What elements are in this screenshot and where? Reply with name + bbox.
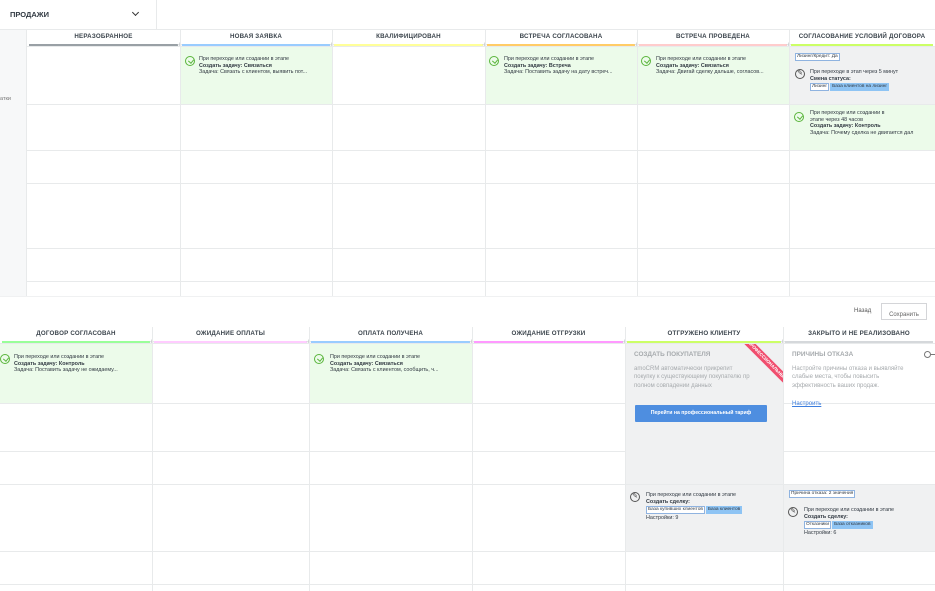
reasons-text-3: эффективность ваших продаж.	[792, 382, 880, 389]
top-stage-header[interactable]: КВАЛИФИЦИРОВАН	[332, 30, 485, 46]
card-shipped-create-deal[interactable]: ✎ При переходе или создании в этапе Созд…	[626, 485, 783, 551]
reasons-title: ПРИЧИНЫ ОТКАЗА	[792, 351, 854, 358]
card-contract-agreed[interactable]: При переходе или создании в этапе Создат…	[0, 344, 152, 403]
reasons-text-1: Настройте причины отказа и выявляйте	[792, 366, 904, 372]
top-stage-header[interactable]: НЕРАЗОБРАННОЕ	[27, 30, 180, 46]
bottom-stage-header[interactable]: ОЖИДАНИЕ ОТГРУЗКИ	[472, 327, 625, 343]
check-icon	[185, 56, 195, 66]
bottom-stage-header[interactable]: ОТГРУЖЕНО КЛИЕНТУ	[625, 327, 783, 343]
card-trigger: При переходе в этап через 5 минут	[810, 69, 899, 75]
stage-name: ОЖИДАНИЕ ОТГРУЗКИ	[511, 330, 586, 337]
card-trigger: При переходе или создании в	[810, 110, 885, 116]
pipeline-tag: База купивших клиентов	[646, 506, 705, 514]
card-create-buyer: СОЗДАТЬ ПОКУПАТЕЛЯ amoCRM автоматически …	[626, 344, 783, 484]
card-action: Создать задачу: Связаться	[330, 360, 403, 367]
stage-tag: База клиентов	[705, 506, 743, 514]
stage-name: ОЖИДАНИЕ ОПЛАТЫ	[195, 330, 265, 337]
card-terms-task[interactable]: При переходе или создании в этапе через …	[790, 105, 935, 150]
stage-tag: База клиентов на лизинг	[830, 83, 890, 91]
condition-tag: Причина отказа: 2 значения	[789, 490, 856, 498]
stage-name: ВСТРЕЧА ПРОВЕДЕНА	[676, 33, 750, 40]
card-meeting-held[interactable]: При переходе или создании в этапе Создат…	[638, 47, 789, 104]
ribbon-text: ПРОФЕССИОНАЛЬНЫЙ	[746, 344, 783, 382]
check-icon	[641, 56, 651, 66]
card-action: Смена статуса:	[810, 75, 851, 82]
card-trigger: При переходе или создании в этапе	[504, 56, 594, 62]
card-task: Задача: Связать с клиентом, выявить пот.…	[199, 69, 308, 76]
card-trigger: При переходе или создании в этапе	[646, 492, 736, 498]
stage-name: КВАЛИФИЦИРОВАН	[376, 33, 441, 40]
stage-name: ВСТРЕЧА СОГЛАСОВАНА	[519, 33, 603, 40]
top-stage-header[interactable]: СОГЛАСОВАНИЕ УСЛОВИЙ ДОГОВОРА	[789, 30, 935, 46]
card-trigger: При переходе или создании в этапе	[14, 354, 104, 360]
pipeline-tag: Лизинг	[810, 83, 830, 91]
stage-name: НЕРАЗОБРАННОЕ	[74, 33, 133, 40]
top-stage-header[interactable]: ВСТРЕЧА СОГЛАСОВАНА	[485, 30, 637, 46]
card-trigger: При переходе или создании в этапе	[804, 507, 894, 513]
upgrade-plan-label: Перейти на профессиональный тариф	[650, 410, 752, 416]
bottom-stage-header[interactable]: ДОГОВОР СОГЛАСОВАН	[0, 327, 152, 343]
save-button[interactable]: Сохранить	[881, 303, 927, 320]
check-icon	[0, 354, 10, 364]
promo-title: СОЗДАТЬ ПОКУПАТЕЛЯ	[634, 351, 711, 358]
stage-tag: База отказников	[832, 521, 873, 529]
edit-icon: ✎	[630, 492, 640, 502]
condition-tag: Лизинг/Кредит: Да	[795, 53, 840, 61]
card-action: Создать задачу: Связаться	[199, 62, 272, 69]
pipeline-tag: Отказники	[804, 521, 832, 529]
card-settings: Настройки: 9	[646, 514, 679, 521]
edit-icon: ✎	[788, 507, 798, 517]
stage-name: НОВАЯ ЗАЯВКА	[230, 33, 282, 40]
promo-text-2: покупку к существующему покупателю пр	[634, 374, 750, 381]
side-gutter: атки	[0, 30, 27, 296]
side-label: атки	[0, 96, 11, 102]
card-task: Задача: Почему сделка не двигается дал	[810, 129, 914, 136]
key-icon-stem	[930, 354, 935, 355]
card-meeting-agreed[interactable]: При переходе или создании в этапе Создат…	[486, 47, 637, 104]
promo-text-1: amoCRM автоматически прикрепит	[634, 366, 733, 372]
card-settings: Настройки: 6	[804, 529, 837, 536]
card-action: Создать задачу: Контроль	[14, 360, 85, 367]
edit-icon: ✎	[795, 69, 805, 79]
top-stage-header[interactable]: НОВАЯ ЗАЯВКА	[180, 30, 332, 46]
card-trigger: При переходе или создании в этапе	[330, 354, 420, 360]
reasons-text-2: слабые места, чтобы повысить	[792, 374, 880, 381]
check-icon	[314, 354, 324, 364]
bottom-stage-header[interactable]: ОЖИДАНИЕ ОПЛАТЫ	[152, 327, 309, 343]
upgrade-plan-button[interactable]: Перейти на профессиональный тариф	[635, 405, 767, 422]
check-icon	[489, 56, 499, 66]
pipeline-name: ПРОДАЖИ	[10, 10, 49, 19]
check-icon	[794, 112, 804, 122]
bottom-stage-header[interactable]: ОПЛАТА ПОЛУЧЕНА	[309, 327, 472, 343]
stage-name: ОТГРУЖЕНО КЛИЕНТУ	[667, 330, 741, 337]
card-task: Задача: Поставить задачу на дату встреч.…	[504, 69, 613, 76]
card-task: Задача: Связать с клиентом, сообщить, ч.…	[330, 367, 439, 374]
card-trigger: При переходе или создании в этапе	[656, 56, 746, 62]
card-action: Создать задачу: Встреча	[504, 62, 571, 69]
card-task: Задача: Поставить задачу не ожидаему...	[14, 367, 118, 374]
promo-text-3: полном совпадении данных	[634, 382, 712, 389]
stage-name: ДОГОВОР СОГЛАСОВАН	[36, 330, 116, 337]
stage-name: СОГЛАСОВАНИЕ УСЛОВИЙ ДОГОВОРА	[798, 33, 926, 40]
back-button[interactable]: Назад	[854, 308, 871, 314]
card-terms-status[interactable]: Лизинг/Кредит: Да ✎ При переходе в этап …	[790, 47, 935, 104]
stage-name: ОПЛАТА ПОЛУЧЕНА	[357, 330, 424, 337]
card-action: Создать сделку:	[646, 498, 690, 505]
card-closed-create-deal[interactable]: Причина отказа: 2 значения ✎ При переход…	[784, 485, 935, 551]
configure-link[interactable]: Настроить	[792, 401, 821, 408]
card-action: Создать задачу: Контроль	[810, 123, 881, 130]
card-payment-received[interactable]: При переходе или создании в этапе Создат…	[310, 344, 472, 403]
card-task: Задача: Двигай сделку дальше, согласов..…	[656, 69, 764, 76]
stage-name: ЗАКРЫТО И НЕ РЕАЛИЗОВАНО	[808, 330, 910, 337]
pipeline-selector[interactable]: ПРОДАЖИ	[0, 0, 157, 30]
save-button-label: Сохранить	[889, 312, 919, 318]
bottom-stage-header[interactable]: ЗАКРЫТО И НЕ РЕАЛИЗОВАНО	[783, 327, 935, 343]
card-loss-reasons: ПРИЧИНЫ ОТКАЗА Настройте причины отказа …	[784, 344, 935, 414]
card-trigger: При переходе или создании в этапе	[199, 56, 289, 62]
card-new-request[interactable]: При переходе или создании в этапе Создат…	[181, 47, 332, 104]
top-stage-header[interactable]: ВСТРЕЧА ПРОВЕДЕНА	[637, 30, 789, 46]
card-action: Создать сделку:	[804, 513, 848, 520]
card-trigger-delay: этапе через 48 часов	[810, 116, 864, 123]
chevron-down-icon[interactable]	[131, 8, 140, 17]
